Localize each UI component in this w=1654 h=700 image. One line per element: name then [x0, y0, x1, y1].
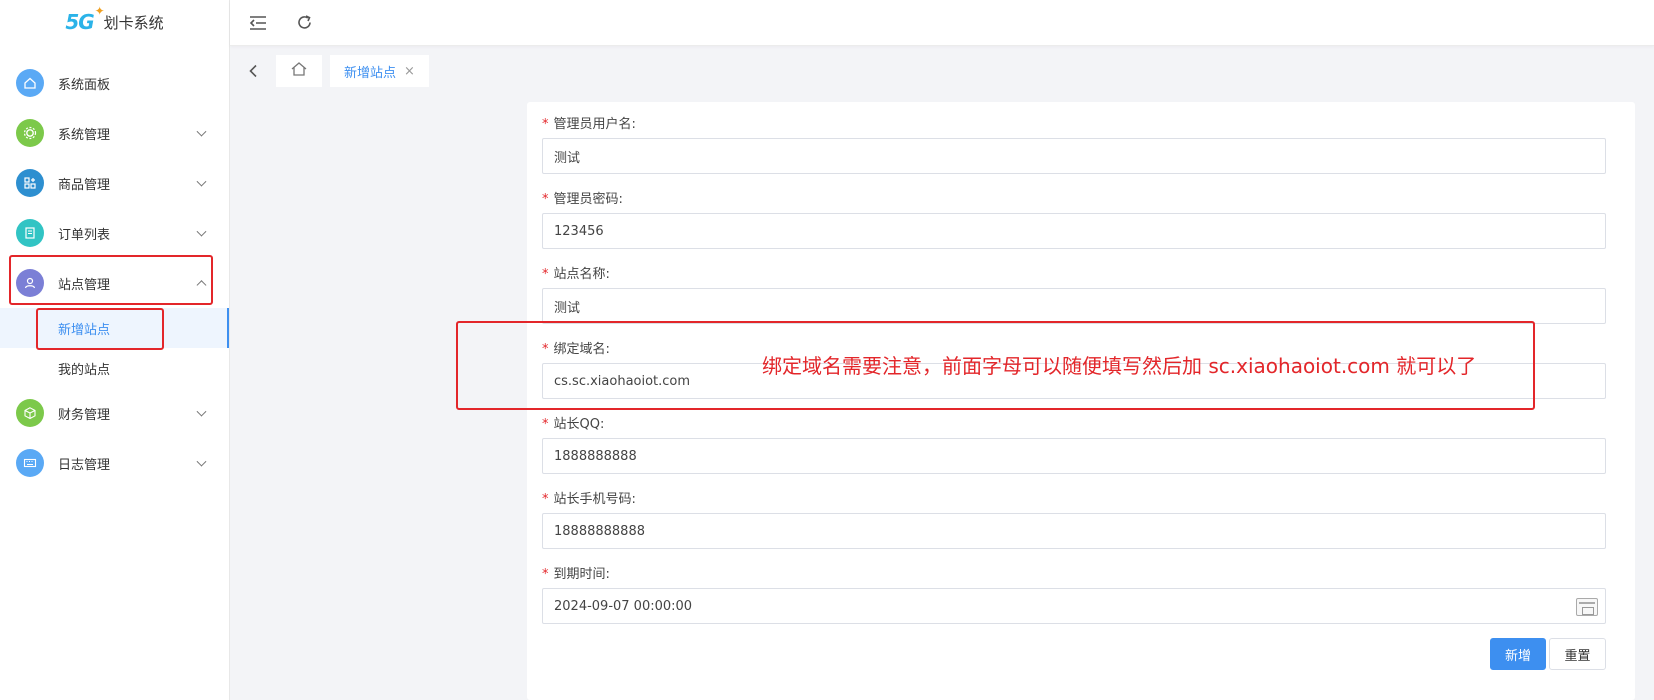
tab-bar: 新增站点 × [230, 54, 429, 88]
sidebar-menu: 系统面板 系统管理 商品管理 订单列表 站点管理 新增站点 我的站点 财务管理 … [0, 58, 229, 488]
owner-qq-input[interactable] [542, 438, 1606, 474]
cube-icon [16, 399, 44, 427]
admin-username-input[interactable] [542, 138, 1606, 174]
home-icon [290, 61, 308, 81]
tab-home[interactable] [276, 55, 322, 87]
site-name-input[interactable] [542, 288, 1606, 324]
field-owner-phone: * 站长手机号码: [542, 491, 1606, 549]
sidebar-item-products[interactable]: 商品管理 [0, 158, 229, 208]
add-site-form: * 管理员用户名: * 管理员密码: * 站点名称: * 绑定域名: * 站长QQ: * 站… [527, 102, 1635, 700]
required-mark: * [542, 192, 549, 207]
top-bar [230, 0, 1654, 46]
chevron-down-icon [196, 226, 207, 237]
app-title: 划卡系统 [103, 13, 164, 32]
sidebar-item-label: 订单列表 [58, 227, 111, 243]
chevron-down-icon [196, 176, 207, 187]
field-label: 站长手机号码: [553, 492, 636, 507]
field-label: 管理员密码: [553, 192, 623, 207]
field-admin-password: * 管理员密码: [542, 191, 1606, 249]
sidebar-item-label: 站点管理 [58, 277, 111, 293]
keyboard-icon [16, 449, 44, 477]
field-label: 绑定域名: [553, 342, 610, 357]
chevron-left-icon[interactable] [238, 55, 268, 87]
required-mark: * [542, 117, 549, 132]
user-site-icon [16, 269, 44, 297]
refresh-icon[interactable] [294, 13, 314, 33]
clipboard-icon [16, 219, 44, 247]
sidebar-item-label: 商品管理 [58, 177, 111, 193]
admin-password-input[interactable] [542, 213, 1606, 249]
sidebar-item-sites[interactable]: 站点管理 [0, 258, 229, 308]
field-expiry-time: * 到期时间: [542, 566, 1606, 624]
field-label: 站长QQ: [553, 417, 605, 432]
sidebar-subitem-add-site[interactable]: 新增站点 [0, 308, 229, 348]
field-label: 管理员用户名: [553, 117, 636, 132]
chevron-down-icon [196, 406, 207, 417]
tab-label: 新增站点 [344, 65, 397, 81]
field-label: 站点名称: [553, 267, 610, 282]
expiry-time-input[interactable] [542, 588, 1606, 624]
grid-plus-icon [16, 169, 44, 197]
sidebar-item-label: 日志管理 [58, 457, 111, 473]
chevron-down-icon [196, 126, 207, 137]
reset-button[interactable]: 重置 [1549, 638, 1606, 670]
field-site-name: * 站点名称: [542, 266, 1606, 324]
sidebar-item-label: 系统管理 [58, 127, 111, 143]
sidebar-item-system[interactable]: 系统管理 [0, 108, 229, 158]
menu-collapse-icon[interactable] [248, 13, 268, 33]
sidebar-item-finance[interactable]: 财务管理 [0, 388, 229, 438]
chevron-up-icon [196, 280, 207, 291]
close-icon[interactable]: × [404, 64, 415, 79]
field-admin-username: * 管理员用户名: [542, 116, 1606, 174]
annotation-text: 绑定域名需要注意，前面字母可以随便填写然后加 sc.xiaohaoiot.com… [762, 354, 1477, 378]
tab-add-site[interactable]: 新增站点 × [330, 55, 429, 87]
required-mark: * [542, 417, 549, 432]
required-mark: * [542, 567, 549, 582]
sidebar-item-label: 系统面板 [58, 77, 111, 93]
required-mark: * [542, 342, 549, 357]
add-button[interactable]: 新增 [1490, 638, 1546, 670]
brand-logo: 5G ✦ [65, 4, 104, 34]
field-label: 到期时间: [553, 567, 610, 582]
field-owner-qq: * 站长QQ: [542, 416, 1606, 474]
required-mark: * [542, 492, 549, 507]
home-icon [16, 69, 44, 97]
brand: 5G ✦ 划卡系统 [0, 0, 229, 44]
sidebar-item-orders[interactable]: 订单列表 [0, 208, 229, 258]
owner-phone-input[interactable] [542, 513, 1606, 549]
sidebar-item-label: 财务管理 [58, 407, 111, 423]
sidebar-item-logs[interactable]: 日志管理 [0, 438, 229, 488]
sidebar-subitem-my-sites[interactable]: 我的站点 [0, 348, 229, 388]
calendar-icon[interactable] [1576, 598, 1598, 616]
required-mark: * [542, 267, 549, 282]
gear-icon [16, 119, 44, 147]
chevron-down-icon [196, 456, 207, 467]
sidebar: 5G ✦ 划卡系统 系统面板 系统管理 商品管理 订单列表 站点管理 新增站点 … [0, 0, 230, 700]
sidebar-item-dashboard[interactable]: 系统面板 [0, 58, 229, 108]
